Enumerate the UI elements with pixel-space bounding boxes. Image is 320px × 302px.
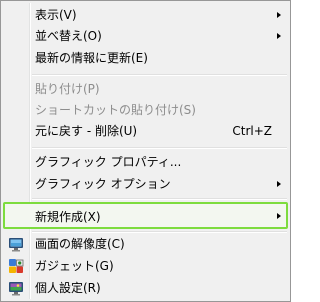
menu-item-screen-resolution[interactable]: 画面の解像度(C) [3, 233, 288, 255]
personalize-monitor-icon [9, 282, 23, 296]
menu-separator [32, 198, 287, 200]
menu-item-new[interactable]: 新規作成(X) [3, 202, 288, 229]
menu-item-graphics-properties[interactable]: グラフィック プロパティ... [3, 151, 288, 173]
gadget-icon [9, 259, 24, 273]
menu-item-paste-shortcut[interactable]: ショートカットの貼り付け(S) [3, 99, 288, 121]
menu-item-graphics-properties-label: グラフィック プロパティ... [35, 155, 182, 169]
menu-item-refresh[interactable]: 最新の情報に更新(E) [3, 47, 288, 69]
menu-item-new-label: 新規作成(X) [35, 210, 101, 224]
menu-separator [32, 74, 287, 76]
menu-item-sort-label: 並べ替え(O) [35, 29, 102, 43]
submenu-arrow-icon [277, 181, 281, 187]
submenu-arrow-icon [277, 12, 281, 18]
menu-item-refresh-label: 最新の情報に更新(E) [35, 51, 148, 65]
menu-item-gadgets-label: ガジェット(G) [35, 259, 114, 273]
menu-item-paste-shortcut-label: ショートカットの貼り付け(S) [35, 103, 196, 117]
menu-item-undo[interactable]: 元に戻す - 削除(U) Ctrl+Z [3, 120, 288, 142]
menu-item-screen-resolution-label: 画面の解像度(C) [35, 237, 125, 251]
menu-item-undo-shortcut: Ctrl+Z [232, 124, 272, 138]
desktop-context-menu: 表示(V) 並べ替え(O) 最新の情報に更新(E) 貼り付け(P) ショートカッ… [0, 0, 291, 302]
menu-item-graphics-options[interactable]: グラフィック オプション [3, 173, 288, 195]
menu-item-paste-label: 貼り付け(P) [35, 82, 100, 96]
menu-item-view-label: 表示(V) [35, 8, 77, 22]
menu-item-paste[interactable]: 貼り付け(P) [3, 78, 288, 100]
menu-separator [32, 147, 287, 149]
menu-item-sort[interactable]: 並べ替え(O) [3, 25, 288, 47]
menu-item-graphics-options-label: グラフィック オプション [35, 177, 171, 191]
submenu-arrow-icon [277, 33, 281, 39]
submenu-arrow-icon [277, 213, 281, 219]
menu-item-undo-label: 元に戻す - 削除(U) [35, 124, 138, 138]
monitor-icon [9, 238, 23, 252]
menu-item-view[interactable]: 表示(V) [3, 4, 288, 26]
menu-item-personalize[interactable]: 個人設定(R) [3, 277, 288, 299]
menu-item-gadgets[interactable]: ガジェット(G) [3, 255, 288, 277]
menu-item-personalize-label: 個人設定(R) [35, 281, 101, 295]
